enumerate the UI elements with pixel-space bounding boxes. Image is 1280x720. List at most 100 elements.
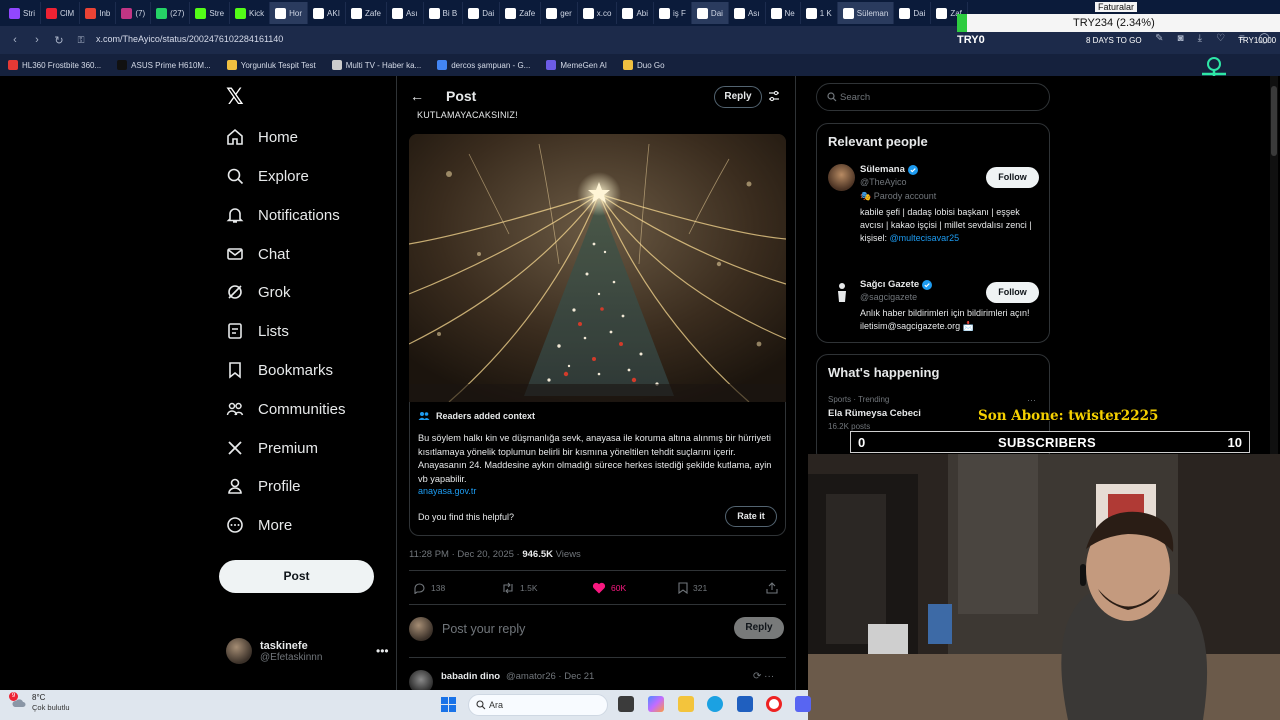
- bookmark-item[interactable]: ASUS Prime H610M...: [117, 60, 211, 70]
- community-note-link[interactable]: anayasa.gov.tr: [418, 486, 476, 496]
- nav-item-communities[interactable]: Communities: [226, 397, 346, 421]
- bookmark-action[interactable]: 321: [678, 582, 707, 594]
- weather-widget[interactable]: 9 8°C Çok bulutlu: [9, 692, 70, 713]
- bookmark-item[interactable]: MemeGen AI: [546, 60, 607, 70]
- like-action[interactable]: 60K: [592, 582, 626, 594]
- download-icon[interactable]: ⤓: [1198, 33, 1202, 44]
- tab-label: Hor: [289, 8, 303, 18]
- tab-favicon-icon: [156, 7, 168, 19]
- browser-tab[interactable]: Stri: [4, 2, 41, 24]
- more-dots-icon[interactable]: •••: [376, 644, 389, 658]
- tab-favicon-icon: [350, 7, 362, 19]
- heart-icon[interactable]: ♡: [1216, 33, 1225, 44]
- discord-icon[interactable]: [795, 696, 811, 712]
- reply-submit-button[interactable]: Reply: [734, 617, 784, 639]
- back-arrow-icon[interactable]: ←: [410, 88, 424, 104]
- account-handle: @Efetaskinnn: [260, 651, 323, 663]
- relevant-people-panel: Relevant people Sülemana @TheAyico Follo…: [816, 123, 1050, 343]
- tab-favicon-icon: [195, 7, 207, 19]
- browser-tab[interactable]: Dai: [691, 2, 729, 24]
- person-bio-link[interactable]: @multecisavar25: [890, 233, 960, 243]
- bookmark-label: ASUS Prime H610M...: [131, 60, 211, 70]
- browser-tab[interactable]: Ası: [729, 2, 766, 24]
- nav-item-home[interactable]: Home: [226, 125, 298, 149]
- browser-tab[interactable]: Dai: [463, 2, 501, 24]
- browser-tab[interactable]: Zafe: [346, 2, 387, 24]
- nav-item-chat[interactable]: Chat: [226, 242, 290, 266]
- back-icon[interactable]: ‹: [4, 34, 26, 46]
- filter-icon[interactable]: [768, 90, 780, 102]
- browser-tab[interactable]: x.co: [578, 2, 618, 24]
- account-switcher[interactable]: taskinefe @Efetaskinnn •••: [226, 638, 389, 664]
- follow-button[interactable]: Follow: [986, 167, 1039, 188]
- opera-icon[interactable]: [766, 696, 782, 712]
- nav-item-bookmarks[interactable]: Bookmarks: [226, 358, 333, 382]
- nav-item-notifications[interactable]: Notifications: [226, 203, 340, 227]
- divider: [409, 570, 786, 571]
- bookmark-item[interactable]: Yorgunluk Tespit Test: [226, 60, 316, 70]
- camera-icon[interactable]: ◙: [1178, 33, 1184, 44]
- browser-tab[interactable]: Bi B: [424, 2, 464, 24]
- reply-button[interactable]: Reply: [714, 86, 762, 108]
- reload-icon[interactable]: ↻: [48, 34, 70, 47]
- post-button[interactable]: Post: [219, 560, 374, 593]
- browser-tab[interactable]: Ne: [766, 2, 801, 24]
- trend-more-icon[interactable]: ···: [1027, 395, 1036, 405]
- nav-item-lists[interactable]: Lists: [226, 319, 289, 343]
- edge-icon[interactable]: [707, 696, 723, 712]
- share-action[interactable]: [766, 582, 778, 594]
- nav-item-more[interactable]: More: [226, 513, 292, 537]
- browser-tab[interactable]: Stre: [190, 2, 231, 24]
- browser-tab[interactable]: Kick: [230, 2, 271, 24]
- browser-tab[interactable]: Süleman: [837, 2, 895, 24]
- nav-item-premium[interactable]: Premium: [226, 436, 318, 460]
- browser-tab[interactable]: (27): [151, 2, 191, 24]
- browser-tab[interactable]: 1 K: [801, 2, 838, 24]
- bookmark-item[interactable]: Multi TV - Haber ka...: [331, 60, 421, 70]
- browser-tab[interactable]: AKI: [308, 2, 346, 24]
- edit-icon[interactable]: ✎: [1155, 33, 1163, 44]
- bookmark-item[interactable]: Duo Go: [623, 60, 665, 70]
- browser-tab[interactable]: (7): [116, 2, 152, 24]
- browser-tab[interactable]: ger: [541, 2, 578, 24]
- follow-button[interactable]: Follow: [986, 282, 1039, 303]
- reply-item[interactable]: babadin dino @amator26 · Dec 21 ⟳ ···: [409, 668, 786, 694]
- nav-item-profile[interactable]: Profile: [226, 474, 301, 498]
- browser-tab[interactable]: Inb: [80, 2, 117, 24]
- person-card[interactable]: Sağcı Gazete @sagcigazete Follow Anlık h…: [828, 279, 1040, 339]
- reply-action[interactable]: 138: [413, 582, 445, 594]
- reply-input[interactable]: Post your reply: [442, 622, 525, 636]
- forward-icon[interactable]: ›: [26, 34, 48, 46]
- lock-icon[interactable]: ⚿: [70, 35, 92, 46]
- browser-tab[interactable]: Hor: [270, 2, 309, 24]
- repost-action[interactable]: 1.5K: [501, 582, 538, 594]
- reply-more-icon[interactable]: ⟳ ···: [753, 671, 774, 682]
- browser-tab[interactable]: iş F: [654, 2, 692, 24]
- post-image[interactable]: [409, 134, 786, 402]
- browser-tab[interactable]: Zafe: [500, 2, 542, 24]
- bookmark-label: dercos şampuan - G...: [451, 60, 531, 70]
- x-logo-icon[interactable]: 𝕏: [226, 86, 248, 108]
- windows-start-icon[interactable]: [441, 697, 456, 712]
- rate-it-button[interactable]: Rate it: [725, 506, 777, 527]
- search-input[interactable]: Search: [816, 83, 1050, 111]
- browser-tab[interactable]: ClM: [41, 2, 81, 24]
- store-icon[interactable]: [737, 696, 753, 712]
- bookmark-item[interactable]: HL360 Frostbite 360...: [8, 60, 101, 70]
- avatar: [409, 617, 433, 641]
- browser-tab[interactable]: Abi: [617, 2, 655, 24]
- taskbar-search[interactable]: Ara: [468, 694, 608, 716]
- copilot-icon[interactable]: [648, 696, 664, 712]
- trend-name[interactable]: Ela Rümeysa Cebeci: [828, 408, 921, 419]
- url-text[interactable]: x.com/TheAyico/status/200247610228416114…: [96, 34, 283, 44]
- person-card[interactable]: Sülemana @TheAyico Follow 🎭 Parody accou…: [828, 164, 1040, 264]
- nav-item-grok[interactable]: Grok: [226, 280, 291, 304]
- bookmark-item[interactable]: dercos şampuan - G...: [437, 60, 530, 70]
- share-icon: [766, 582, 778, 594]
- task-view-icon[interactable]: [618, 696, 634, 712]
- browser-tab[interactable]: Ası: [387, 2, 424, 24]
- file-explorer-icon[interactable]: [678, 696, 694, 712]
- nav-item-explore[interactable]: Explore: [226, 164, 309, 188]
- scrollbar-thumb[interactable]: [1271, 86, 1277, 156]
- browser-tab[interactable]: Dai: [894, 2, 932, 24]
